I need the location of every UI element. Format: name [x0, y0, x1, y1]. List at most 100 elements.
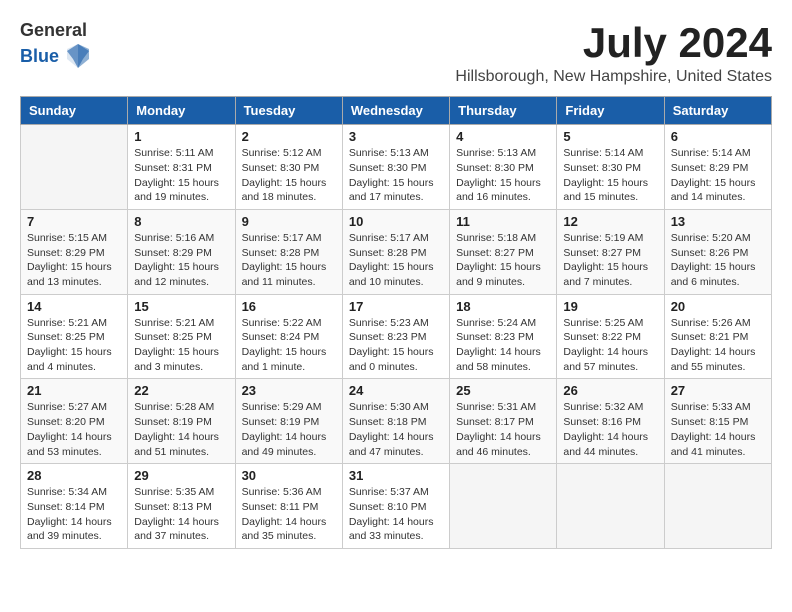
day-info: Sunrise: 5:22 AM Sunset: 8:24 PM Dayligh…	[242, 316, 336, 375]
day-number: 6	[671, 129, 765, 144]
day-cell: 11Sunrise: 5:18 AM Sunset: 8:27 PM Dayli…	[450, 209, 557, 294]
logo-text: General Blue	[20, 20, 93, 71]
day-info: Sunrise: 5:21 AM Sunset: 8:25 PM Dayligh…	[134, 316, 228, 375]
day-info: Sunrise: 5:32 AM Sunset: 8:16 PM Dayligh…	[563, 400, 657, 459]
day-cell: 24 Sunrise: 5:30 AM Sunset: 8:18 PM Dayli…	[342, 379, 449, 464]
week-row-1: 1 Sunrise: 5:11 AM Sunset: 8:31 PM Daylig…	[21, 125, 772, 210]
day-cell	[450, 464, 557, 549]
header-cell-tuesday: Tuesday	[235, 97, 342, 125]
day-cell: 20 Sunrise: 5:26 AM Sunset: 8:21 PM Dayli…	[664, 294, 771, 379]
day-cell	[557, 464, 664, 549]
day-info: Sunrise: 5:30 AM Sunset: 8:18 PM Dayligh…	[349, 400, 443, 459]
day-info: Sunrise: 5:33 AM Sunset: 8:15 PM Dayligh…	[671, 400, 765, 459]
day-number: 8	[134, 214, 228, 229]
day-cell: 6 Sunrise: 5:14 AM Sunset: 8:29 PM Daylig…	[664, 125, 771, 210]
day-number: 23	[242, 383, 336, 398]
logo-general: General	[20, 20, 87, 40]
day-number: 15	[134, 299, 228, 314]
day-number: 16	[242, 299, 336, 314]
day-info: Sunrise: 5:26 AM Sunset: 8:21 PM Dayligh…	[671, 316, 765, 375]
day-info: Sunrise: 5:14 AM Sunset: 8:29 PM Dayligh…	[671, 146, 765, 205]
day-info: Sunrise: 5:36 AM Sunset: 8:11 PM Dayligh…	[242, 485, 336, 544]
day-info: Sunrise: 5:34 AM Sunset: 8:14 PM Dayligh…	[27, 485, 121, 544]
day-cell: 30 Sunrise: 5:36 AM Sunset: 8:11 PM Dayli…	[235, 464, 342, 549]
day-cell	[664, 464, 771, 549]
day-number: 27	[671, 383, 765, 398]
day-info: Sunrise: 5:17 AM Sunset: 8:28 PM Dayligh…	[242, 231, 336, 290]
day-info: Sunrise: 5:27 AM Sunset: 8:20 PM Dayligh…	[27, 400, 121, 459]
day-info: Sunrise: 5:28 AM Sunset: 8:19 PM Dayligh…	[134, 400, 228, 459]
day-cell: 19 Sunrise: 5:25 AM Sunset: 8:22 PM Dayli…	[557, 294, 664, 379]
day-number: 25	[456, 383, 550, 398]
day-cell: 17 Sunrise: 5:23 AM Sunset: 8:23 PM Dayli…	[342, 294, 449, 379]
header: General Blue July 2024 Hillsborough, New…	[20, 20, 772, 86]
day-cell: 12 Sunrise: 5:19 AM Sunset: 8:27 PM Dayli…	[557, 209, 664, 294]
header-cell-wednesday: Wednesday	[342, 97, 449, 125]
day-cell: 15 Sunrise: 5:21 AM Sunset: 8:25 PM Dayli…	[128, 294, 235, 379]
day-number: 24	[349, 383, 443, 398]
day-cell: 25 Sunrise: 5:31 AM Sunset: 8:17 PM Dayli…	[450, 379, 557, 464]
day-number: 29	[134, 468, 228, 483]
day-info: Sunrise: 5:21 AM Sunset: 8:25 PM Dayligh…	[27, 316, 121, 375]
day-cell: 2Sunrise: 5:12 AM Sunset: 8:30 PM Daylig…	[235, 125, 342, 210]
day-number: 28	[27, 468, 121, 483]
day-cell: 18Sunrise: 5:24 AM Sunset: 8:23 PM Dayli…	[450, 294, 557, 379]
header-cell-monday: Monday	[128, 97, 235, 125]
day-number: 10	[349, 214, 443, 229]
day-info: Sunrise: 5:20 AM Sunset: 8:26 PM Dayligh…	[671, 231, 765, 290]
location-title: Hillsborough, New Hampshire, United Stat…	[455, 68, 772, 86]
calendar-table: SundayMondayTuesdayWednesdayThursdayFrid…	[20, 96, 772, 549]
day-info: Sunrise: 5:23 AM Sunset: 8:23 PM Dayligh…	[349, 316, 443, 375]
day-info: Sunrise: 5:16 AM Sunset: 8:29 PM Dayligh…	[134, 231, 228, 290]
day-info: Sunrise: 5:19 AM Sunset: 8:27 PM Dayligh…	[563, 231, 657, 290]
day-cell: 29Sunrise: 5:35 AM Sunset: 8:13 PM Dayli…	[128, 464, 235, 549]
header-cell-friday: Friday	[557, 97, 664, 125]
day-info: Sunrise: 5:31 AM Sunset: 8:17 PM Dayligh…	[456, 400, 550, 459]
logo-blue: Blue	[20, 46, 59, 67]
day-info: Sunrise: 5:37 AM Sunset: 8:10 PM Dayligh…	[349, 485, 443, 544]
day-cell: 23Sunrise: 5:29 AM Sunset: 8:19 PM Dayli…	[235, 379, 342, 464]
day-info: Sunrise: 5:17 AM Sunset: 8:28 PM Dayligh…	[349, 231, 443, 290]
day-cell: 5 Sunrise: 5:14 AM Sunset: 8:30 PM Daylig…	[557, 125, 664, 210]
day-number: 22	[134, 383, 228, 398]
day-cell: 7Sunrise: 5:15 AM Sunset: 8:29 PM Daylig…	[21, 209, 128, 294]
day-number: 20	[671, 299, 765, 314]
week-row-5: 28 Sunrise: 5:34 AM Sunset: 8:14 PM Dayli…	[21, 464, 772, 549]
day-cell	[21, 125, 128, 210]
day-info: Sunrise: 5:14 AM Sunset: 8:30 PM Dayligh…	[563, 146, 657, 205]
title-area: July 2024 Hillsborough, New Hampshire, U…	[455, 20, 772, 86]
day-number: 9	[242, 214, 336, 229]
day-number: 18	[456, 299, 550, 314]
day-number: 31	[349, 468, 443, 483]
day-number: 30	[242, 468, 336, 483]
week-row-3: 14Sunrise: 5:21 AM Sunset: 8:25 PM Dayli…	[21, 294, 772, 379]
day-info: Sunrise: 5:12 AM Sunset: 8:30 PM Dayligh…	[242, 146, 336, 205]
day-cell: 22 Sunrise: 5:28 AM Sunset: 8:19 PM Dayli…	[128, 379, 235, 464]
day-info: Sunrise: 5:11 AM Sunset: 8:31 PM Dayligh…	[134, 146, 228, 205]
day-cell: 10 Sunrise: 5:17 AM Sunset: 8:28 PM Dayli…	[342, 209, 449, 294]
header-cell-thursday: Thursday	[450, 97, 557, 125]
day-cell: 31 Sunrise: 5:37 AM Sunset: 8:10 PM Dayli…	[342, 464, 449, 549]
day-cell: 13Sunrise: 5:20 AM Sunset: 8:26 PM Dayli…	[664, 209, 771, 294]
day-number: 1	[134, 129, 228, 144]
day-number: 11	[456, 214, 550, 229]
day-cell: 1 Sunrise: 5:11 AM Sunset: 8:31 PM Daylig…	[128, 125, 235, 210]
day-cell: 8 Sunrise: 5:16 AM Sunset: 8:29 PM Daylig…	[128, 209, 235, 294]
day-cell: 26 Sunrise: 5:32 AM Sunset: 8:16 PM Dayli…	[557, 379, 664, 464]
day-info: Sunrise: 5:13 AM Sunset: 8:30 PM Dayligh…	[456, 146, 550, 205]
day-number: 4	[456, 129, 550, 144]
day-number: 19	[563, 299, 657, 314]
day-info: Sunrise: 5:13 AM Sunset: 8:30 PM Dayligh…	[349, 146, 443, 205]
header-row: SundayMondayTuesdayWednesdayThursdayFrid…	[21, 97, 772, 125]
week-row-2: 7Sunrise: 5:15 AM Sunset: 8:29 PM Daylig…	[21, 209, 772, 294]
day-number: 26	[563, 383, 657, 398]
day-number: 12	[563, 214, 657, 229]
logo-icon	[63, 41, 93, 71]
day-info: Sunrise: 5:25 AM Sunset: 8:22 PM Dayligh…	[563, 316, 657, 375]
day-number: 7	[27, 214, 121, 229]
day-cell: 27 Sunrise: 5:33 AM Sunset: 8:15 PM Dayli…	[664, 379, 771, 464]
day-cell: 4 Sunrise: 5:13 AM Sunset: 8:30 PM Daylig…	[450, 125, 557, 210]
day-number: 17	[349, 299, 443, 314]
header-cell-sunday: Sunday	[21, 97, 128, 125]
day-number: 5	[563, 129, 657, 144]
